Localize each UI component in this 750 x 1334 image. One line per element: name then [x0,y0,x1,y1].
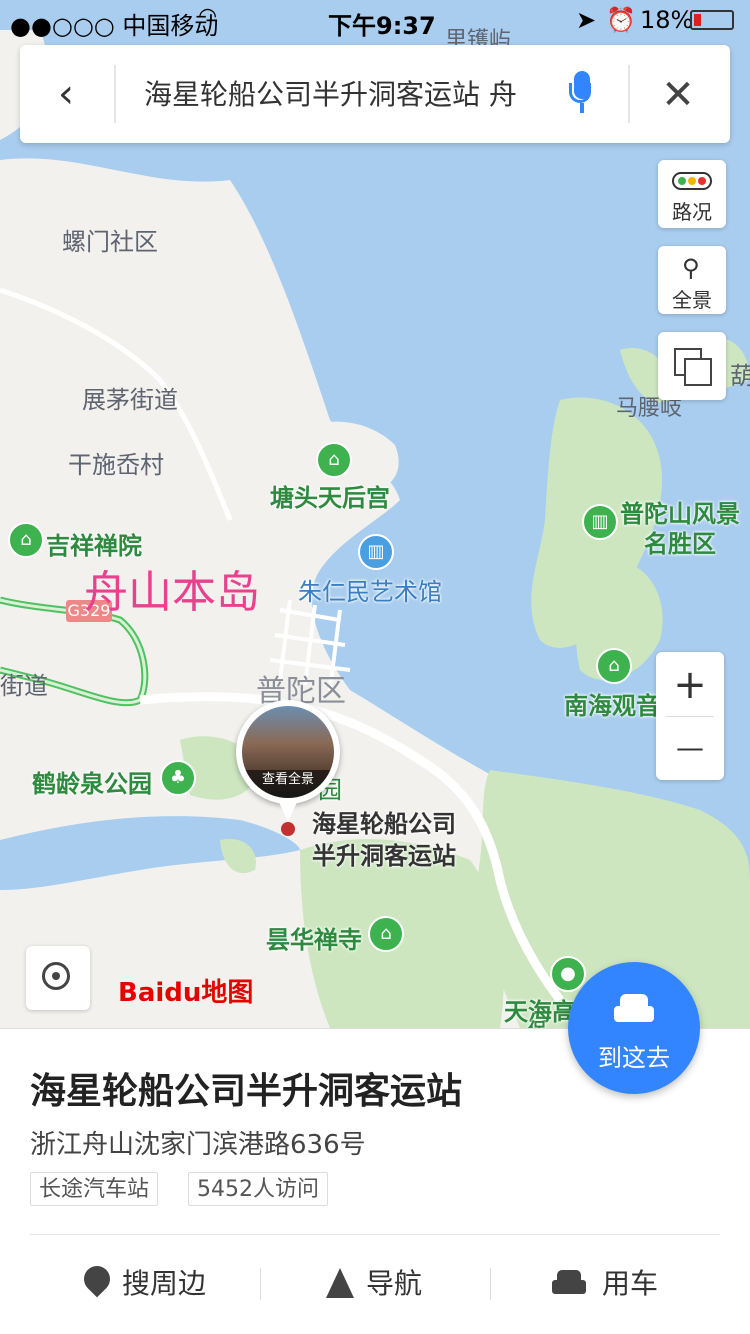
alarm-icon: ⏰ [606,6,636,34]
directions-button[interactable]: 到这去 [568,962,700,1094]
temple-icon[interactable]: ⌂ [8,522,44,558]
pin-label-line2: 半升洞客运站 [312,842,456,870]
panorama-caption: 查看全景 [242,770,334,798]
place-name: 海星轮船公司半升洞客运站 [30,1071,463,1112]
crosshair-icon [42,962,70,990]
map-view[interactable]: 里镬屿 螺门社区 展茅街道 干施岙村 马腰岐 葫 普陀区 街道 G329 舟山本… [0,0,750,1028]
museum-icon[interactable]: ▥ [358,534,394,570]
traffic-label: 路况 [672,200,712,224]
pin-dot [281,822,295,836]
status-bar: ●●○○○ 中国移动 ◠ 下午9:37 ➤ ⏰ 18% [0,0,750,40]
panorama-thumbnail: 查看全景 [242,706,334,798]
zoom-out-button[interactable]: — [656,718,724,778]
navigation-label: 导航 [366,1267,423,1300]
poi-nanhai[interactable]: 南海观音 [564,686,660,721]
zoom-in-button[interactable]: + [656,654,724,716]
microphone-icon[interactable] [568,71,596,117]
panorama-bubble[interactable]: 查看全景 [236,700,340,804]
directions-label: 到这去 [598,1044,670,1072]
label-zhanmao: 展茅街道 [82,386,178,414]
baidu-logo: Baidu地图 [118,978,254,1008]
poi-tianhai-2: 保 [528,1016,546,1028]
place-address: 浙江舟山沈家门滨港路636号 [30,1130,366,1160]
traffic-light-icon [672,172,712,190]
poi-putuoshan-line2[interactable]: 名胜区 [644,524,716,559]
temple-icon[interactable]: ⌂ [316,442,352,478]
layers-button[interactable] [658,332,726,400]
label-partial-hu: 葫 [730,362,750,390]
divider [114,65,116,123]
label-luomen: 螺门社区 [62,228,158,256]
clock: 下午9:37 [328,12,436,40]
navigation-arrow-icon [326,1268,354,1298]
car-icon [552,1270,586,1296]
location-arrow-icon: ➤ [576,6,597,34]
poi-heling[interactable]: 鹤龄泉公园 [32,764,152,799]
visits-tag: 5452人访问 [188,1172,328,1206]
poi-jixiang[interactable]: 吉祥禅院 [46,526,142,561]
label-ganshi: 干施岙村 [68,451,164,479]
label-partial-street: 街道 [0,672,48,700]
locate-me-button[interactable] [26,946,90,1010]
panorama-button[interactable]: ⚲ 全景 [658,246,726,314]
battery-level [694,14,701,26]
location-pin-icon: ⚲ [682,254,700,282]
golf-icon[interactable]: ● [550,956,586,992]
temple-icon[interactable]: ⌂ [368,916,404,952]
wifi-icon: ◠ [198,4,218,29]
traffic-button[interactable]: 路况 [658,160,726,228]
battery-icon [690,10,734,30]
scenic-area-icon[interactable]: ▥ [582,504,618,540]
pin-tail [278,800,298,822]
car-icon [614,994,654,1024]
park-tree-icon[interactable]: ♣ [160,760,196,796]
panorama-label: 全景 [672,288,712,312]
carrier: ●●○○○ 中国移动 [10,12,219,40]
label-main-island: 舟山本岛 [84,567,260,618]
search-input[interactable]: 海星轮船公司半升洞客运站 舟 [144,73,554,117]
divider [628,65,630,123]
close-icon[interactable]: ✕ [654,71,702,119]
category-tag: 长途汽车站 [30,1172,159,1206]
zoom-control: + — [656,652,724,780]
ride-hailing-label: 用车 [602,1267,659,1300]
poi-zhurenmin[interactable]: 朱仁民艺术馆 [298,572,442,607]
poi-tangtou[interactable]: 塘头天后宫 [270,478,390,513]
back-button[interactable]: ‹ [36,65,96,123]
divider [30,1234,720,1235]
poi-tanhua[interactable]: 昙华禅寺 [266,920,362,955]
pin-label-line1: 海星轮船公司 [312,810,456,838]
temple-icon[interactable]: ⌂ [596,648,632,684]
search-bar: ‹ 海星轮船公司半升洞客运站 舟 ✕ [20,45,730,143]
nearby-label: 搜周边 [122,1267,207,1300]
battery-percent: 18% [640,6,694,34]
